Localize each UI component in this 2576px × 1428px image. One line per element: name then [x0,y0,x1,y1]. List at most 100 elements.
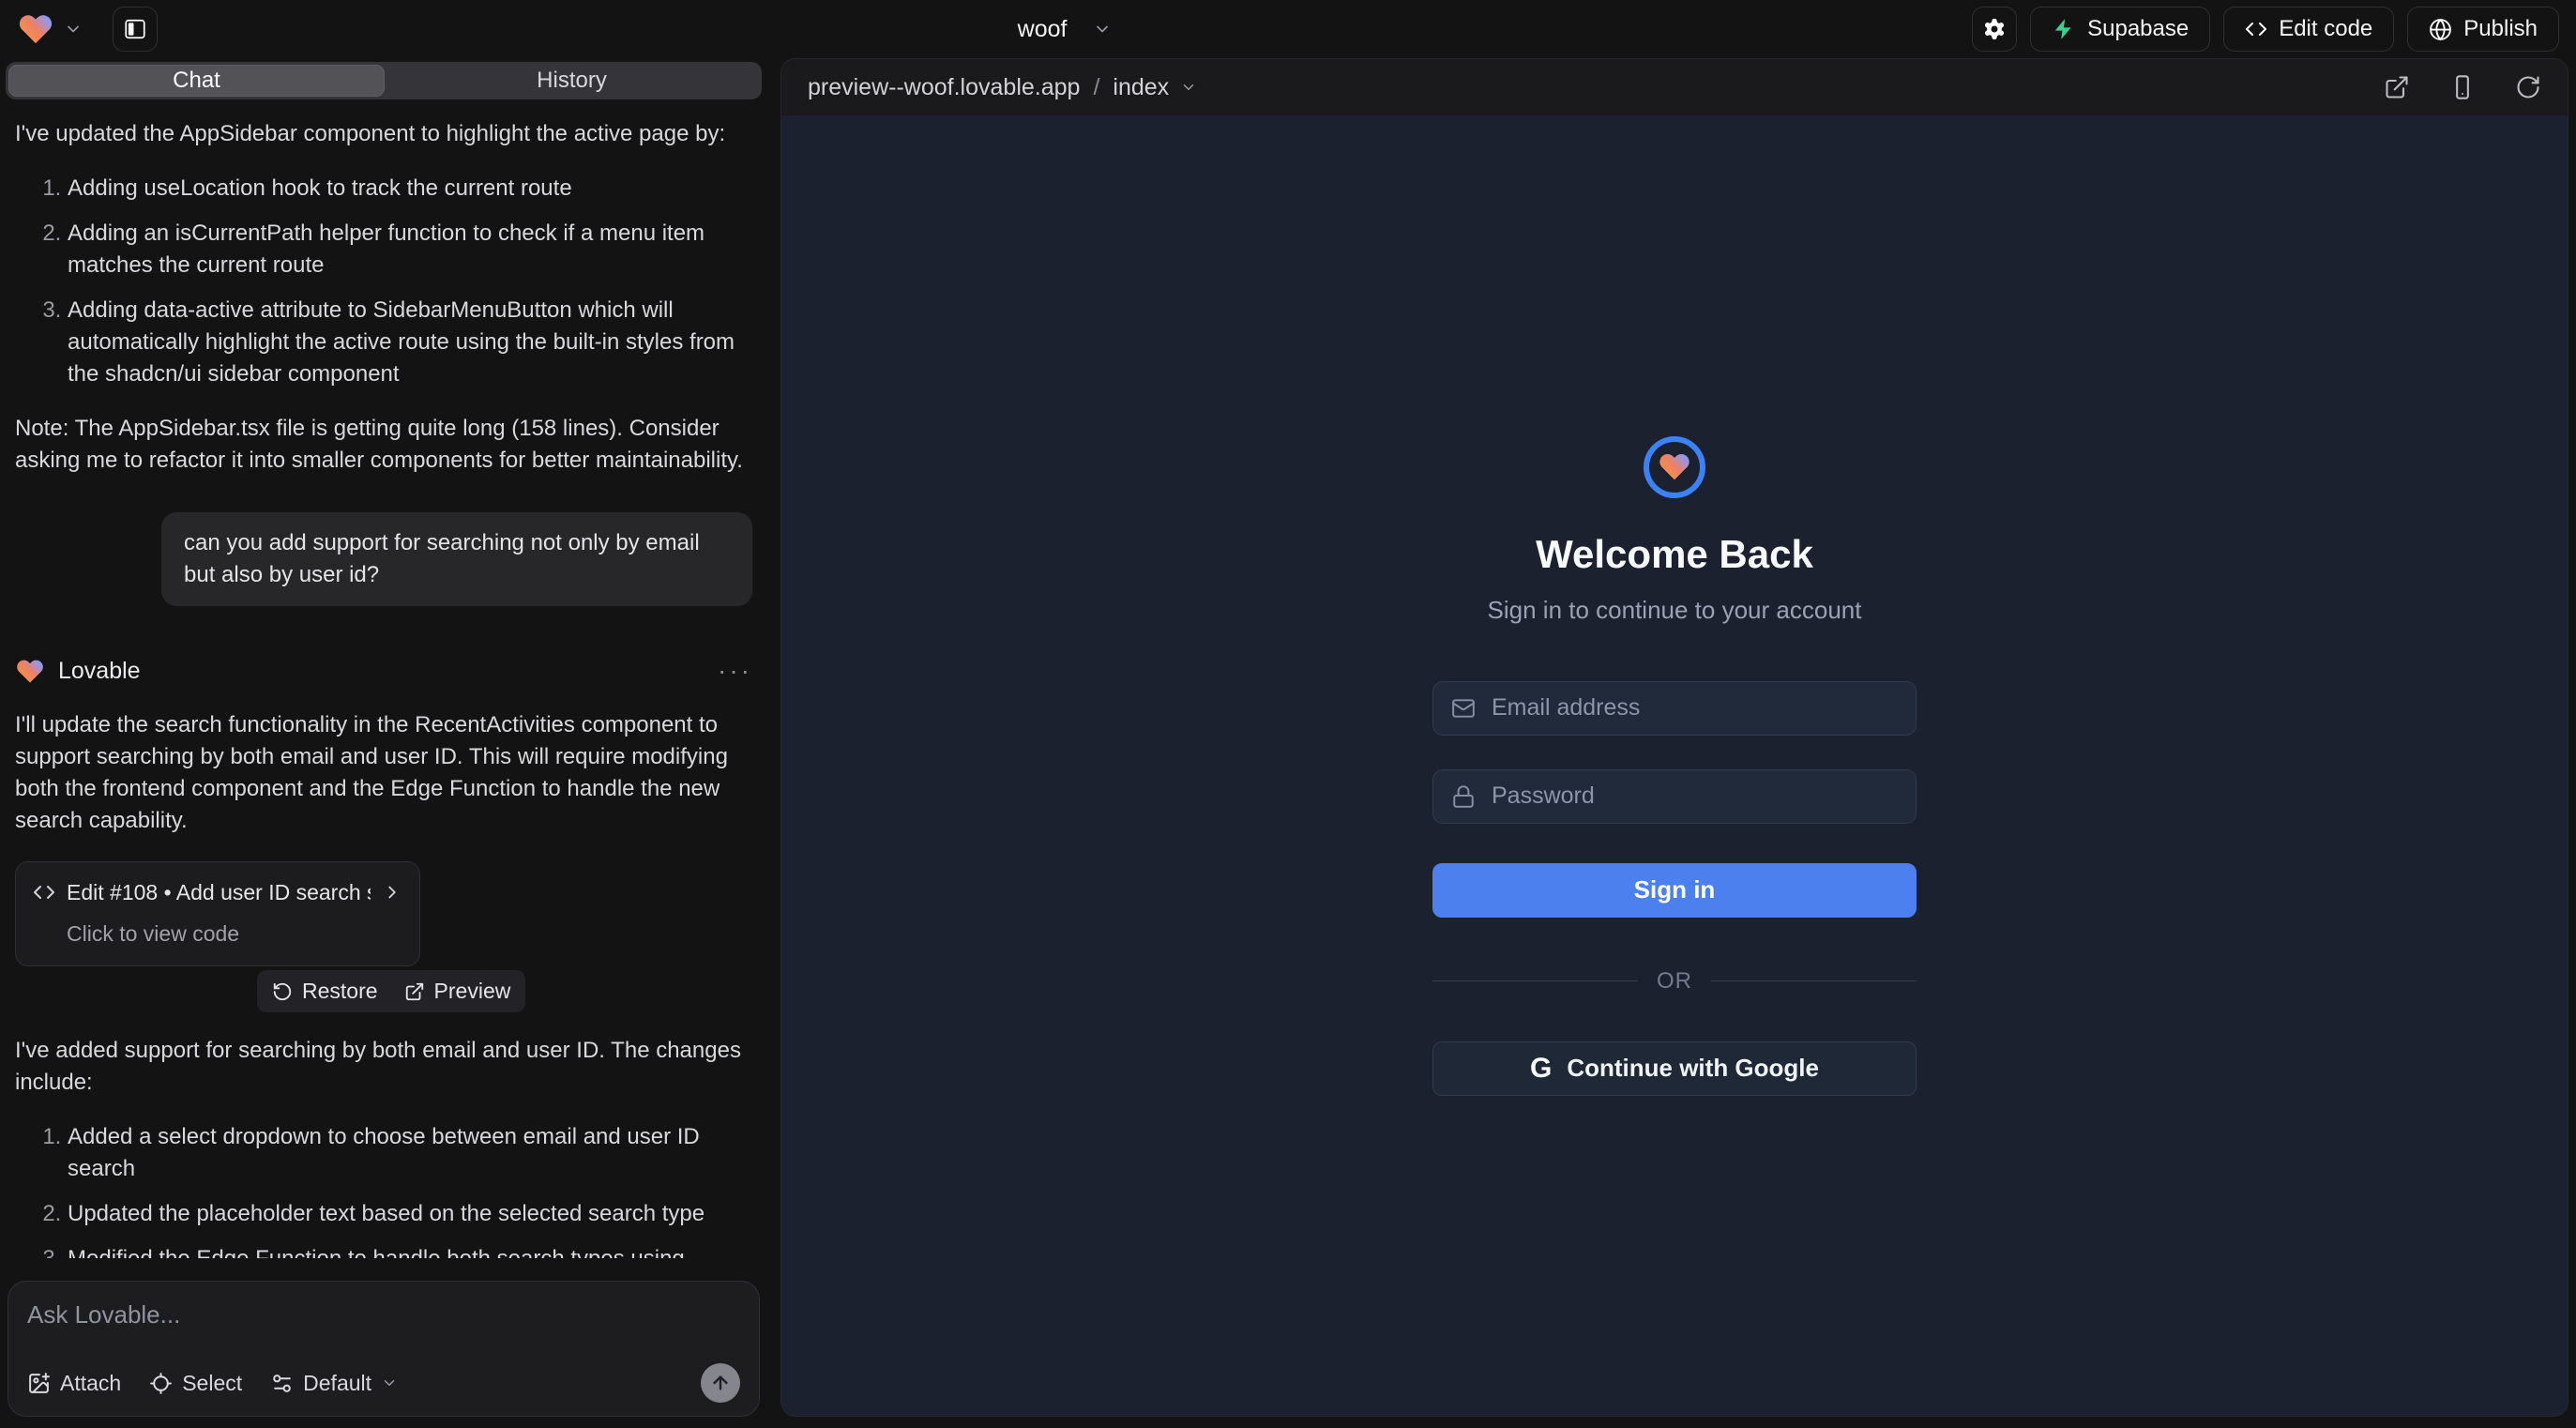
assistant-name: Lovable [58,655,141,687]
publish-label: Publish [2463,16,2538,42]
mode-selector-button[interactable]: Default [270,1371,398,1396]
settings-button[interactable] [1972,7,2017,52]
user-message-text: can you add support for searching not on… [184,530,700,587]
preview-url-bar: preview--woof.lovable.app / index [781,59,2568,115]
edit-code-label: Edit code [2279,16,2372,42]
or-divider: OR [1432,968,1917,995]
mobile-preview-button[interactable] [2449,74,2476,100]
mode-label: Default [303,1371,371,1396]
edit-code-button[interactable]: Edit code [2223,7,2394,52]
send-button[interactable] [701,1363,740,1403]
welcome-subheading: Sign in to continue to your account [1488,596,1862,625]
sign-in-button[interactable]: Sign in [1432,863,1917,918]
globe-icon [2429,18,2452,41]
publish-button[interactable]: Publish [2407,7,2559,52]
topbar-right-group: Supabase Edit code Publish [1972,7,2559,52]
open-in-new-tab-button[interactable] [2384,74,2410,100]
assistant-message-intro: I've updated the AppSidebar component to… [15,118,752,150]
preview-url-dropdown[interactable]: preview--woof.lovable.app / index [808,74,1197,101]
tab-history[interactable]: History [385,65,759,97]
edit-card-title: Edit #108 • Add user ID search supp... [67,876,371,908]
preview-app-content: Welcome Back Sign in to continue to your… [781,115,2568,1416]
arrow-up-icon [710,1373,731,1393]
preview-url-page: index [1113,74,1169,101]
select-label: Select [182,1371,242,1396]
password-field-wrapper [1432,769,1917,824]
password-field[interactable] [1432,769,1917,824]
refresh-icon [2515,74,2541,100]
lovable-logo-heart-icon[interactable] [17,12,54,46]
signin-card: Welcome Back Sign in to continue to your… [1432,436,1917,1096]
topbar-center-group: woof [158,16,1972,43]
chat-history-tabs: Chat History [6,62,762,99]
settings-sliders-icon [270,1372,294,1395]
mode-chevron-down-icon [381,1375,398,1391]
tab-chat[interactable]: Chat [8,65,385,97]
restore-rotate-icon [272,981,293,1002]
attach-label: Attach [60,1371,121,1396]
restore-label: Restore [302,979,378,1004]
google-g-icon: G [1530,1053,1552,1085]
divider-line [1711,980,1917,981]
composer: Attach Select Default [8,1281,760,1417]
restore-button[interactable]: Restore [272,979,378,1004]
assistant-header: Lovable ··· [15,655,752,687]
code-brackets-icon [2245,18,2267,40]
supabase-label: Supabase [2087,16,2189,42]
main-area: Chat History I've updated the AppSidebar… [0,58,2576,1428]
top-bar: woof Supabase [0,0,2576,58]
divider-line [1432,980,1638,981]
assistant-summary: I've added support for searching by both… [15,1035,752,1099]
url-chevron-down-icon [1180,79,1197,96]
preview-actions [2384,74,2541,100]
image-plus-icon [27,1372,51,1395]
lovable-app-window: woof Supabase [0,0,2576,1428]
chat-panel: Chat History I've updated the AppSidebar… [0,58,767,1428]
lock-icon [1451,784,1476,809]
google-button-label: Continue with Google [1567,1054,1819,1083]
preview-panel: preview--woof.lovable.app / index [780,58,2568,1417]
lovable-heart-icon [15,658,45,685]
assistant-change-list-2: Added a select dropdown to choose betwee… [15,1121,752,1258]
welcome-heading: Welcome Back [1536,532,1813,577]
supabase-bolt-icon [2052,17,2076,41]
gear-icon [1982,17,2007,41]
message-menu-dots-icon[interactable]: ··· [718,661,752,680]
list-item: Added a select dropdown to choose betwee… [68,1121,752,1185]
locate-crosshair-icon [149,1372,173,1395]
select-button[interactable]: Select [149,1371,242,1396]
assistant-note: Note: The AppSidebar.tsx file is getting… [15,413,752,477]
email-field[interactable] [1432,681,1917,736]
assistant-message-intro-2: I'll update the search functionality in … [15,709,752,837]
edit-card-title-row: Edit #108 • Add user ID search supp... [33,876,402,908]
list-item: Adding data-active attribute to SidebarM… [68,295,752,390]
external-link-icon [2384,74,2410,100]
workspace-chevron-down-icon[interactable] [64,20,83,38]
composer-toolbar: Attach Select Default [27,1363,740,1403]
preview-button[interactable]: Preview [404,979,511,1004]
list-item: Adding an isCurrentPath helper function … [68,218,752,281]
topbar-left-group [17,7,158,52]
panel-left-icon [123,17,147,41]
assistant-change-list: Adding useLocation hook to track the cur… [15,173,752,390]
smartphone-icon [2449,74,2476,100]
edit-card-toolbar: Restore Preview [257,970,525,1012]
external-link-icon [404,981,425,1002]
code-icon [33,881,55,904]
app-heart-icon [1658,451,1691,482]
chat-messages: I've updated the AppSidebar component to… [0,99,767,1258]
attach-button[interactable]: Attach [27,1371,121,1396]
preview-label: Preview [434,979,511,1004]
user-message-bubble: can you add support for searching not on… [161,512,752,606]
or-label: OR [1657,968,1692,995]
chat-input[interactable] [27,1300,740,1329]
supabase-button[interactable]: Supabase [2030,7,2210,52]
list-item: Updated the placeholder text based on th… [68,1198,752,1230]
sidebar-toggle-button[interactable] [113,7,158,52]
project-title: woof [1018,16,1068,43]
edit-card[interactable]: Edit #108 • Add user ID search supp... C… [15,861,420,966]
refresh-button[interactable] [2515,74,2541,100]
continue-with-google-button[interactable]: G Continue with Google [1432,1041,1917,1096]
project-chevron-down-icon[interactable] [1093,20,1112,38]
preview-url-separator: / [1091,74,1101,101]
